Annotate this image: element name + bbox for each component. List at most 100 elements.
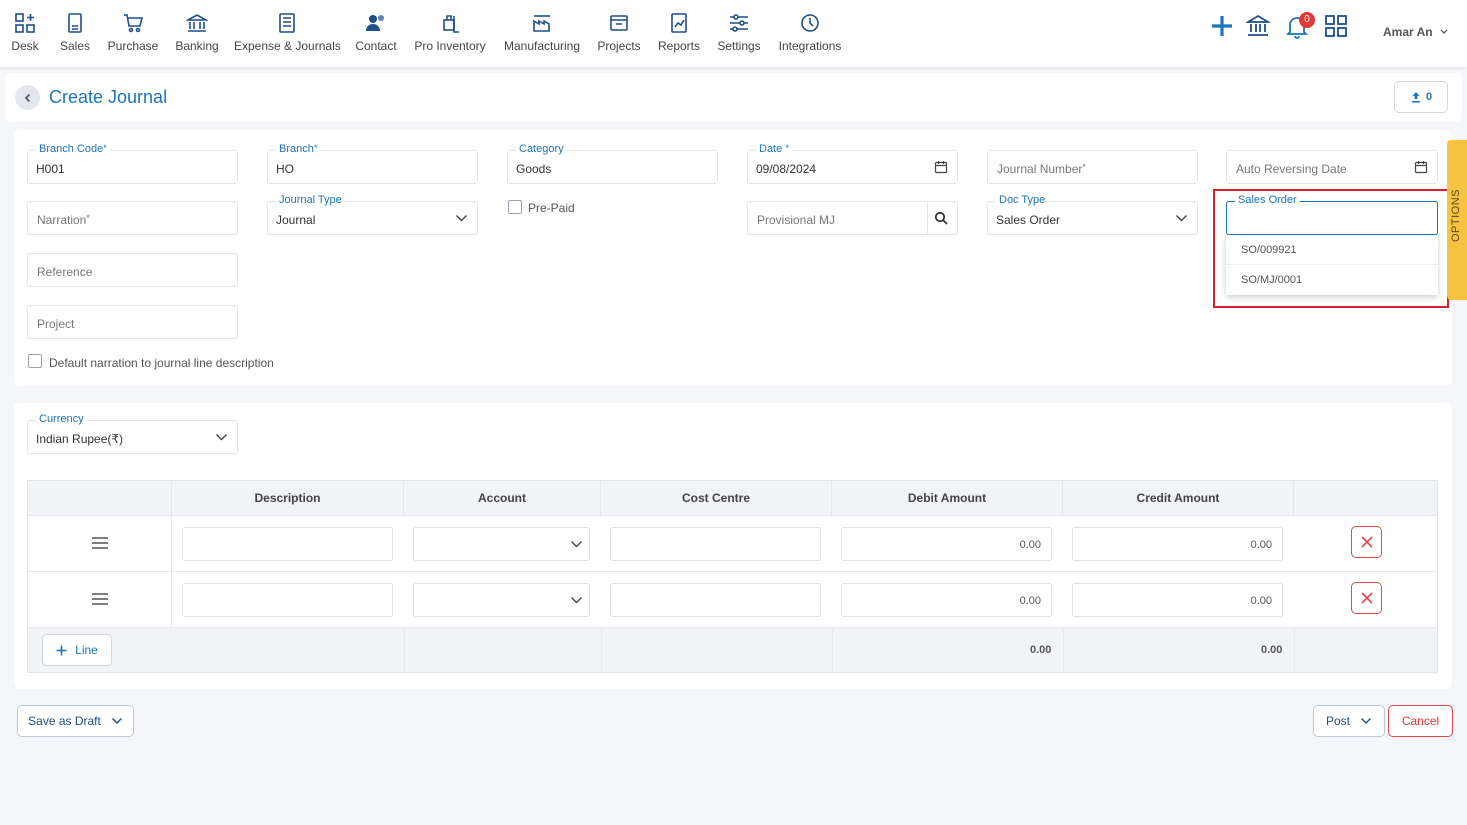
drag-handle-icon[interactable] bbox=[92, 593, 108, 605]
apps-grid-button[interactable] bbox=[1324, 14, 1348, 41]
page-header: Create Journal 0 bbox=[5, 73, 1462, 122]
column-header-actions bbox=[1294, 481, 1437, 515]
branch-field[interactable]: Branch* HO bbox=[267, 143, 478, 184]
provisional-mj-field[interactable]: Provisional MJ bbox=[747, 201, 958, 235]
nav-projects[interactable]: Projects bbox=[595, 10, 643, 62]
column-header-debit: Debit Amount bbox=[832, 481, 1063, 515]
nav-purchase[interactable]: Purchase bbox=[106, 10, 160, 62]
manufacturing-icon bbox=[533, 15, 550, 32]
upload-icon bbox=[1411, 92, 1420, 103]
cost-centre-input[interactable] bbox=[610, 583, 821, 617]
back-button[interactable] bbox=[15, 85, 40, 110]
delete-row-button[interactable] bbox=[1351, 526, 1382, 558]
chevron-down-icon bbox=[571, 597, 582, 604]
column-header-handle bbox=[28, 481, 172, 515]
save-as-draft-button[interactable]: Save as Draft bbox=[17, 705, 134, 737]
notifications-badge: 0 bbox=[1299, 12, 1315, 28]
currency-select[interactable]: Currency Indian Rupee(₹) bbox=[27, 413, 238, 454]
sales-order-dropdown: SO/009921 SO/MJ/0001 bbox=[1226, 235, 1438, 295]
cost-centre-input[interactable] bbox=[610, 527, 821, 561]
post-button[interactable]: Post bbox=[1313, 705, 1385, 737]
reports-icon bbox=[671, 13, 687, 33]
projects-icon bbox=[610, 15, 628, 31]
nav-pro-inventory[interactable]: Pro Inventory bbox=[412, 10, 488, 62]
quick-add-button[interactable] bbox=[1210, 14, 1234, 41]
journal-type-select[interactable]: Journal Type Journal bbox=[267, 194, 478, 235]
field-divider bbox=[927, 202, 928, 234]
chevron-down-icon bbox=[1440, 29, 1448, 34]
drag-handle-icon[interactable] bbox=[92, 537, 108, 549]
total-debit: 0.00 bbox=[1030, 644, 1052, 656]
search-icon[interactable] bbox=[934, 211, 948, 225]
credit-input[interactable]: 0.00 bbox=[1072, 583, 1283, 617]
description-input[interactable] bbox=[182, 583, 393, 617]
chevron-left-icon bbox=[24, 93, 30, 102]
plus-icon bbox=[56, 645, 67, 655]
attachments-button[interactable]: 0 bbox=[1394, 81, 1448, 113]
grid-icon bbox=[1325, 15, 1347, 37]
nav-expense-journals[interactable]: Expense & Journals bbox=[234, 10, 341, 62]
default-narration-checkbox[interactable] bbox=[28, 354, 42, 368]
nav-integrations[interactable]: Integrations bbox=[776, 10, 844, 62]
nav-banking[interactable]: Banking bbox=[173, 10, 221, 62]
integrations-icon bbox=[801, 14, 819, 32]
debit-input[interactable]: 0.00 bbox=[841, 583, 1052, 617]
chevron-down-icon bbox=[571, 541, 582, 548]
delete-row-button[interactable] bbox=[1351, 582, 1382, 614]
auto-reversing-date-field[interactable]: Auto Reversing Date bbox=[1226, 150, 1438, 184]
page-title: Create Journal bbox=[49, 87, 168, 107]
inventory-icon bbox=[443, 15, 459, 33]
bank-icon bbox=[1244, 14, 1272, 36]
nav-settings[interactable]: Settings bbox=[715, 10, 763, 62]
sales-order-select[interactable]: Sales Order bbox=[1226, 194, 1438, 235]
credit-input[interactable]: 0.00 bbox=[1072, 527, 1283, 561]
table-row: 0.00 0.00 bbox=[28, 515, 1437, 571]
nav-sales[interactable]: Sales bbox=[56, 10, 94, 62]
chevron-down-icon bbox=[1176, 215, 1187, 222]
project-field[interactable]: Project bbox=[27, 305, 238, 339]
account-select[interactable] bbox=[413, 583, 590, 617]
narration-field[interactable]: Narration* bbox=[27, 201, 238, 235]
branch-code-field[interactable]: Branch Code* H001 bbox=[27, 143, 238, 184]
cancel-button[interactable]: Cancel bbox=[1388, 705, 1453, 737]
nav-desk[interactable]: Desk bbox=[8, 10, 42, 62]
nav-contact[interactable]: Contact bbox=[353, 10, 399, 62]
calendar-icon[interactable] bbox=[934, 160, 948, 174]
calendar-icon[interactable] bbox=[1414, 160, 1428, 174]
sales-order-option[interactable]: SO/MJ/0001 bbox=[1226, 265, 1438, 295]
column-header-account: Account bbox=[404, 481, 601, 515]
nav-manufacturing[interactable]: Manufacturing bbox=[501, 10, 583, 62]
column-header-description: Description bbox=[172, 481, 404, 515]
reference-field[interactable]: Reference bbox=[27, 253, 238, 287]
sales-order-option[interactable]: SO/009921 bbox=[1226, 235, 1438, 265]
journal-lines-table: Description Account Cost Centre Debit Am… bbox=[27, 480, 1438, 673]
journal-number-field[interactable]: Journal Number* bbox=[987, 150, 1198, 184]
account-select[interactable] bbox=[413, 527, 590, 561]
table-row: 0.00 0.00 bbox=[28, 571, 1437, 627]
nav-reports[interactable]: Reports bbox=[656, 10, 702, 62]
debit-input[interactable]: 0.00 bbox=[841, 527, 1052, 561]
description-input[interactable] bbox=[182, 527, 393, 561]
options-tab[interactable]: OPTIONS bbox=[1447, 140, 1467, 300]
notifications-button[interactable]: 0 bbox=[1285, 12, 1315, 43]
chevron-down-icon bbox=[216, 434, 227, 441]
default-narration-label: Default narration to journal line descri… bbox=[49, 356, 274, 370]
column-header-cost-centre: Cost Centre bbox=[601, 481, 832, 515]
bank-shortcut-button[interactable] bbox=[1244, 14, 1272, 41]
totals-row: Line 0.00 0.00 bbox=[28, 627, 1437, 672]
chevron-down-icon bbox=[111, 718, 122, 724]
cart-icon bbox=[124, 14, 144, 33]
contact-icon bbox=[366, 15, 384, 31]
bank-icon bbox=[186, 14, 208, 32]
date-field[interactable]: Date * 09/08/2024 bbox=[747, 143, 958, 184]
prepaid-checkbox[interactable] bbox=[508, 200, 522, 214]
category-field[interactable]: Category Goods bbox=[507, 143, 718, 184]
add-line-button[interactable]: Line bbox=[42, 634, 112, 666]
doc-type-select[interactable]: Doc Type Sales Order bbox=[987, 194, 1198, 235]
column-header-credit: Credit Amount bbox=[1063, 481, 1294, 515]
user-menu[interactable]: Amar An bbox=[1383, 25, 1449, 39]
close-icon bbox=[1360, 592, 1373, 604]
chevron-down-icon bbox=[1361, 718, 1371, 724]
prepaid-label: Pre-Paid bbox=[528, 201, 575, 215]
total-credit: 0.00 bbox=[1261, 644, 1283, 656]
